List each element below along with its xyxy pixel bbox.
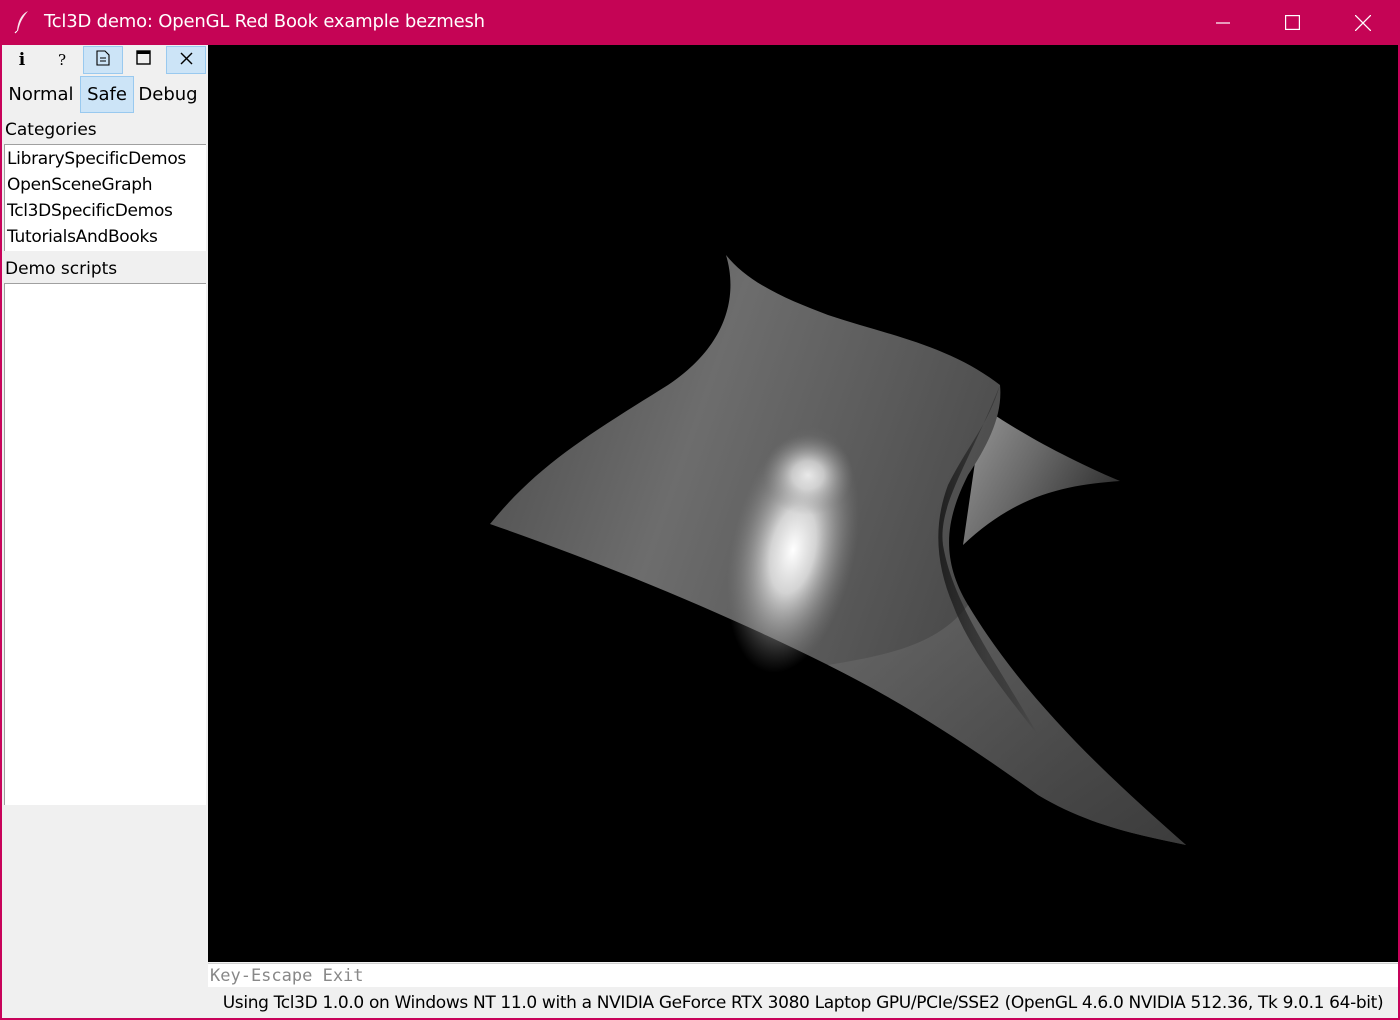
minimize-button[interactable] [1188,0,1258,45]
window-button[interactable] [123,46,163,74]
key-hint: Key-Escape Exit [208,963,1398,987]
categories-label: Categories [5,120,97,140]
minimize-icon [1216,16,1230,30]
help-icon: ? [57,51,67,69]
list-item[interactable]: Tcl3DSpecificDemos [7,201,173,221]
mode-normal-button[interactable]: Normal [6,76,76,113]
list-item[interactable]: TutorialsAndBooks [7,227,158,247]
list-item[interactable]: LibrarySpecificDemos [7,149,186,169]
list-item[interactable]: OpenSceneGraph [7,175,152,195]
title-bar: Tcl3D demo: OpenGL Red Book example bezm… [0,0,1400,45]
close-icon [1355,14,1371,31]
window-icon [135,50,151,70]
bezier-mesh-render [490,255,1186,845]
help-button[interactable]: ? [42,46,82,74]
client-area: i ? Normal Safe Debug Categories Library… [2,45,1398,1018]
maximize-icon [1284,15,1300,30]
maximize-button[interactable] [1257,0,1327,45]
status-bar: Using Tcl3D 1.0.0 on Windows NT 11.0 wit… [222,993,1384,1013]
mode-debug-button[interactable]: Debug [136,76,200,113]
demo-scripts-label: Demo scripts [5,259,118,279]
toolbar: i ? [2,45,208,75]
feather-icon [14,10,32,34]
info-icon: i [18,50,26,70]
document-icon [96,49,110,71]
document-button[interactable] [83,46,123,74]
window-title: Tcl3D demo: OpenGL Red Book example bezm… [44,11,485,32]
close-demo-button[interactable] [166,46,206,74]
opengl-canvas[interactable] [208,45,1398,962]
info-button[interactable]: i [2,46,42,74]
mode-safe-button[interactable]: Safe [80,76,134,113]
mode-selector: Normal Safe Debug [2,76,208,114]
categories-list[interactable]: LibrarySpecificDemos OpenSceneGraph Tcl3… [4,144,206,251]
close-window-button[interactable] [1328,0,1398,45]
close-icon [180,50,193,70]
demo-scripts-list[interactable] [4,283,206,805]
left-panel: i ? Normal Safe Debug Categories Library… [2,45,208,1018]
